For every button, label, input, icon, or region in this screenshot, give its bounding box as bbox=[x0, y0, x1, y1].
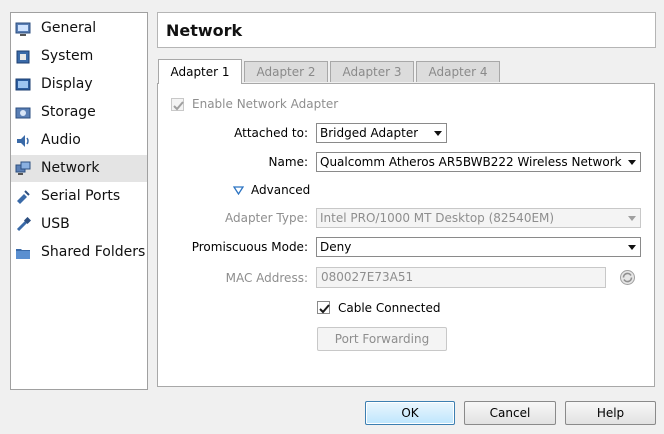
speaker-icon bbox=[17, 135, 29, 147]
attached-to-label: Attached to: bbox=[234, 126, 308, 140]
chevron-down-icon bbox=[628, 160, 636, 165]
enable-adapter-checkbox[interactable] bbox=[171, 98, 184, 111]
tab-adapter-1[interactable]: Adapter 1 bbox=[158, 59, 242, 84]
nav-item-display[interactable]: Display bbox=[11, 71, 147, 98]
nav-item-shared-folders[interactable]: Shared Folders bbox=[11, 239, 147, 266]
nav-item-usb[interactable]: USB bbox=[11, 211, 147, 238]
network-icon bbox=[15, 161, 31, 175]
tab-adapter-3[interactable]: Adapter 3 bbox=[330, 61, 414, 82]
chevron-down-icon bbox=[628, 245, 636, 250]
advanced-label: Advanced bbox=[251, 183, 311, 197]
folder-icon bbox=[16, 249, 30, 259]
port-forwarding-button[interactable]: Port Forwarding bbox=[317, 327, 447, 351]
nav-item-system[interactable]: System bbox=[11, 43, 147, 70]
mac-address-field[interactable]: 080027E73A51 bbox=[316, 267, 606, 288]
adapter-type-label: Adapter Type: bbox=[224, 211, 308, 225]
display-icon bbox=[15, 78, 31, 91]
serial-port-icon bbox=[17, 190, 30, 204]
page-title: Network bbox=[166, 21, 243, 40]
enable-adapter-label: Enable Network Adapter bbox=[192, 97, 339, 111]
nav-label: USB bbox=[41, 216, 70, 232]
nav-label: Serial Ports bbox=[41, 188, 121, 204]
checkmark-icon bbox=[319, 304, 330, 314]
nav-label: Display bbox=[41, 76, 93, 92]
nav-label: Audio bbox=[41, 132, 81, 148]
nav-label: Shared Folders bbox=[41, 244, 146, 260]
nav-item-audio[interactable]: Audio bbox=[11, 127, 147, 154]
settings-nav: General System Display Storage Audio Net… bbox=[10, 12, 148, 390]
mac-address-value: 080027E73A51 bbox=[321, 270, 414, 284]
mac-address-label: MAC Address: bbox=[225, 271, 308, 285]
promiscuous-mode-select[interactable]: Deny bbox=[316, 237, 641, 257]
monitor-icon bbox=[15, 22, 31, 36]
nav-item-storage[interactable]: Storage bbox=[11, 99, 147, 126]
attached-to-value: Bridged Adapter bbox=[320, 126, 419, 140]
promiscuous-mode-value: Deny bbox=[320, 240, 352, 254]
advanced-toggle[interactable]: Advanced bbox=[233, 183, 313, 199]
refresh-mac-icon[interactable] bbox=[619, 269, 636, 286]
ok-button[interactable]: OK bbox=[365, 401, 455, 425]
expand-arrow-icon bbox=[233, 186, 244, 195]
nav-label: Storage bbox=[41, 104, 96, 120]
promiscuous-mode-label: Promiscuous Mode: bbox=[191, 240, 308, 254]
chip-icon bbox=[16, 50, 30, 64]
adapter-type-value: Intel PRO/1000 MT Desktop (82540EM) bbox=[320, 211, 555, 225]
adapter-name-select[interactable]: Qualcomm Atheros AR5BWB222 Wireless Netw… bbox=[316, 152, 641, 172]
nav-label: System bbox=[41, 48, 94, 64]
adapter-type-select[interactable]: Intel PRO/1000 MT Desktop (82540EM) bbox=[316, 208, 641, 228]
storage-icon bbox=[15, 107, 31, 119]
cable-connected-checkbox[interactable] bbox=[317, 301, 330, 314]
cable-connected-label: Cable Connected bbox=[338, 301, 441, 315]
attached-to-select[interactable]: Bridged Adapter bbox=[316, 123, 447, 143]
chevron-down-icon bbox=[628, 216, 636, 221]
name-label: Name: bbox=[268, 155, 308, 169]
help-button[interactable]: Help bbox=[565, 401, 656, 425]
nav-label: Network bbox=[41, 160, 100, 176]
page-header: Network bbox=[157, 12, 656, 48]
usb-icon bbox=[16, 217, 31, 232]
nav-item-general[interactable]: General bbox=[11, 15, 147, 42]
nav-label: General bbox=[41, 20, 97, 36]
checkmark-icon bbox=[173, 101, 184, 111]
adapter-name-value: Qualcomm Atheros AR5BWB222 Wireless Netw… bbox=[320, 155, 625, 169]
tab-adapter-2[interactable]: Adapter 2 bbox=[244, 61, 328, 82]
chevron-down-icon bbox=[434, 131, 442, 136]
cancel-button[interactable]: Cancel bbox=[464, 401, 556, 425]
tab-adapter-4[interactable]: Adapter 4 bbox=[416, 61, 500, 82]
nav-item-network[interactable]: Network bbox=[11, 155, 147, 182]
nav-item-serial-ports[interactable]: Serial Ports bbox=[11, 183, 147, 210]
